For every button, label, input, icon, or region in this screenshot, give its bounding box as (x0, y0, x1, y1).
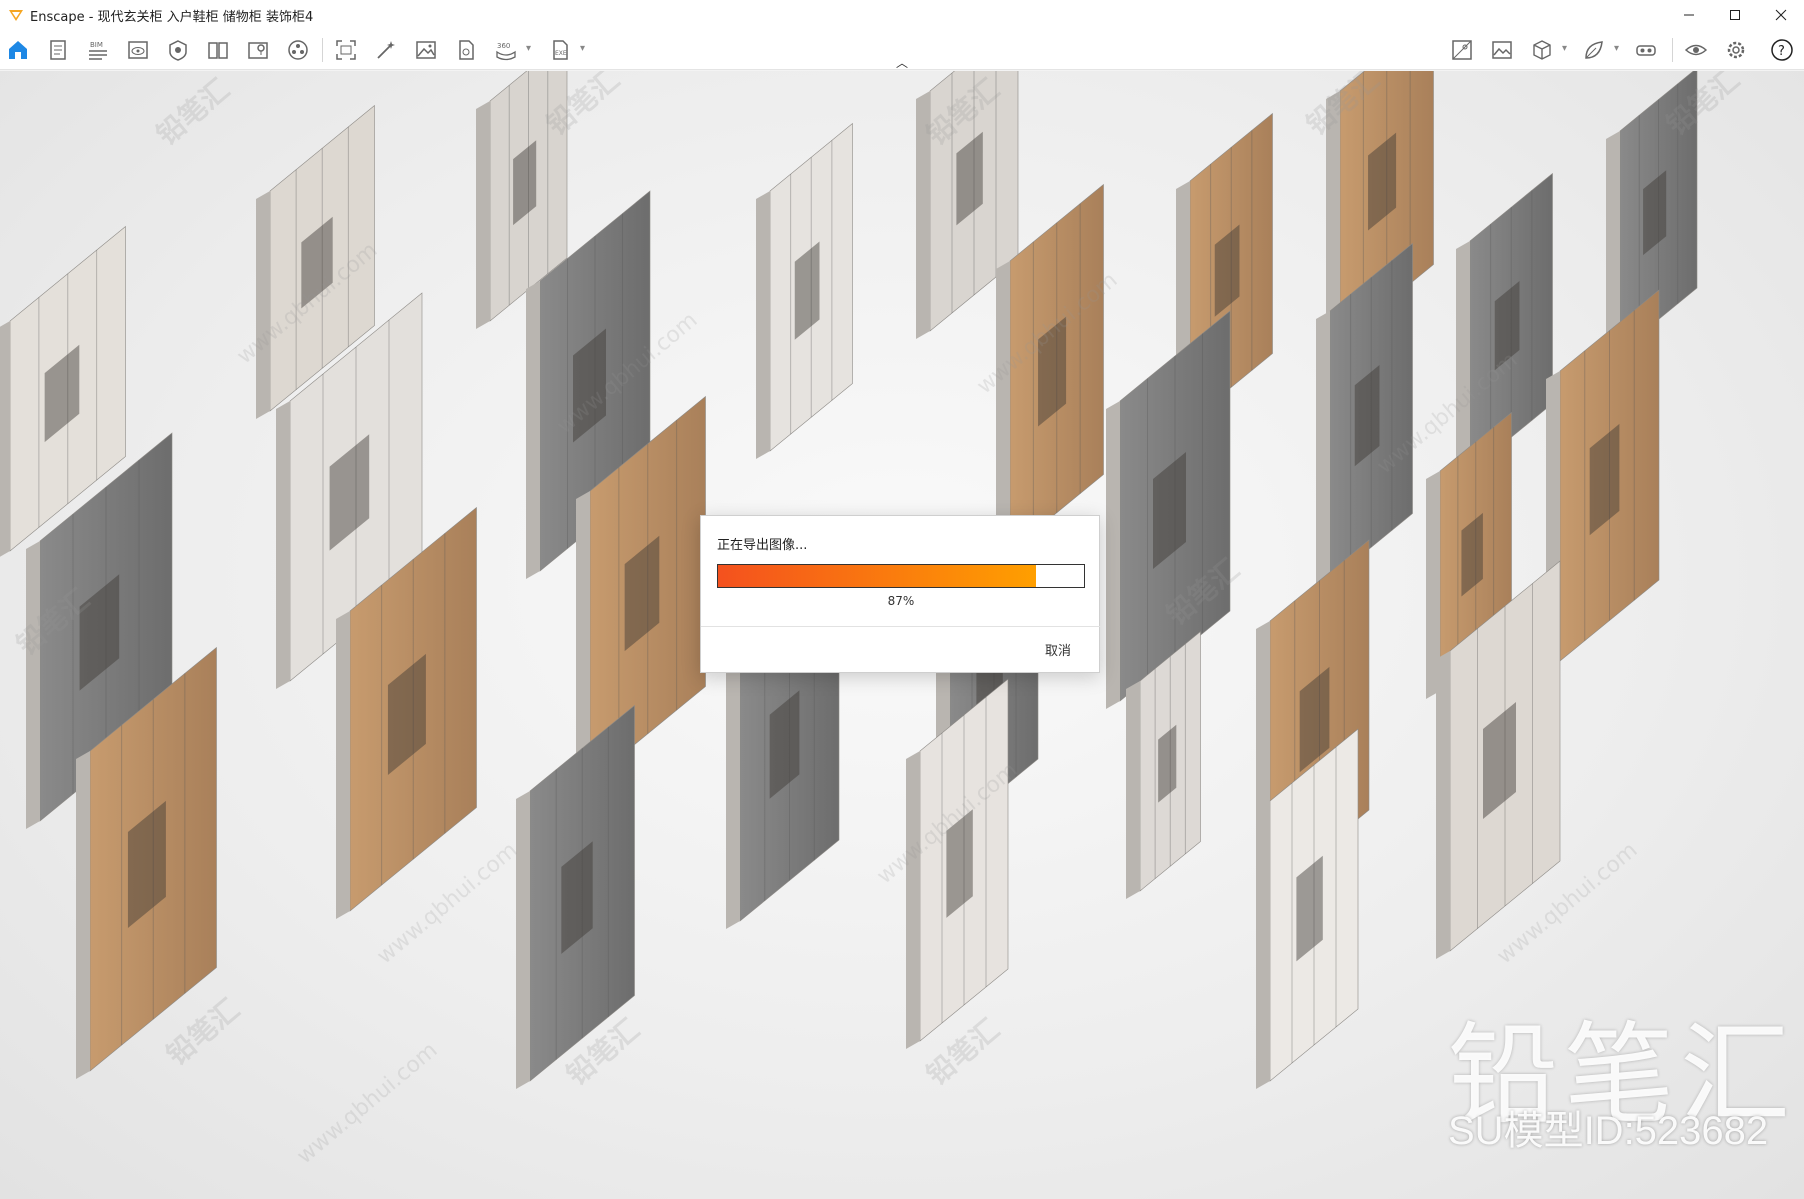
magic-icon (377, 41, 395, 59)
home-button[interactable] (2, 34, 34, 66)
cabinet-side (1106, 401, 1120, 709)
svg-text:EXE: EXE (555, 50, 567, 57)
bim-button[interactable]: BIM (82, 34, 114, 66)
cancel-button[interactable]: 取消 (1045, 640, 1071, 659)
cube-icon (1533, 40, 1551, 60)
image-button[interactable] (410, 34, 442, 66)
cabinet-side (76, 751, 90, 1079)
leaf-button[interactable] (1578, 34, 1610, 66)
cabinet-side (256, 191, 270, 419)
cabinet-side (526, 281, 540, 579)
minimize-icon (1684, 14, 1694, 16)
document-icon (50, 40, 66, 60)
magic-button[interactable] (370, 34, 402, 66)
view-icon (128, 41, 148, 59)
settings-button[interactable] (1720, 34, 1752, 66)
atom-icon (288, 40, 308, 60)
window-title: Enscape - 现代玄关柜 入户鞋柜 储物柜 装饰柜4 (30, 9, 314, 25)
cabinet-side (276, 401, 290, 689)
landscape-icon (1492, 41, 1512, 59)
close-button[interactable] (1758, 0, 1804, 30)
cube-dropdown-icon[interactable]: ▾ (1562, 43, 1567, 54)
book-button[interactable] (202, 34, 234, 66)
export-doc-icon (459, 40, 474, 60)
home-icon (9, 41, 27, 59)
cabinet-side (516, 791, 530, 1089)
toolbar-separator (322, 38, 323, 62)
screenshot-icon (336, 40, 356, 60)
maximize-button[interactable] (1712, 0, 1758, 30)
cube-button[interactable] (1526, 34, 1558, 66)
progress-percent: 87% (887, 594, 915, 608)
close-icon (1775, 9, 1787, 21)
export-doc-button[interactable] (450, 34, 482, 66)
map-button[interactable] (242, 34, 274, 66)
svg-text:360: 360 (497, 42, 510, 50)
panorama-360-icon: 360 (496, 42, 516, 61)
cabinet-side (756, 191, 770, 459)
toolbar-separator (1672, 38, 1673, 62)
panorama-dropdown-icon[interactable]: ▾ (526, 43, 531, 54)
svg-text:?: ? (1778, 44, 1785, 59)
exe-export-button[interactable]: EXE (544, 34, 576, 66)
export-progress-bar (717, 564, 1085, 588)
view-button[interactable] (122, 34, 154, 66)
help-icon: ? (1771, 39, 1793, 61)
cabinet-side (1256, 801, 1270, 1089)
help-button[interactable]: ? (1766, 34, 1798, 66)
asset-button[interactable] (162, 34, 194, 66)
collapse-toolbar-icon[interactable]: ︿ (890, 56, 914, 70)
eye-button[interactable] (1680, 34, 1712, 66)
dialog-title: 正在导出图像... (717, 538, 808, 553)
progress-fill (718, 565, 1037, 587)
exe-export-icon: EXE (553, 40, 568, 60)
book-icon (208, 42, 228, 59)
title-bar: Enscape - 现代玄关柜 入户鞋柜 储物柜 装饰柜4 (0, 0, 1804, 30)
dialog-divider (701, 626, 1101, 627)
leaf-icon (1585, 41, 1603, 59)
cabinet-side (1316, 311, 1330, 589)
atom-button[interactable] (282, 34, 314, 66)
vr-headset-icon (1636, 45, 1656, 56)
asset-icon (169, 40, 187, 61)
cabinet-side (916, 91, 930, 339)
enscape-logo-icon (9, 10, 23, 21)
maximize-icon (1730, 10, 1740, 20)
cabinet-side (336, 611, 350, 919)
svg-text:BIM: BIM (90, 41, 103, 49)
cabinet-side (0, 321, 10, 557)
cabinet-side (26, 541, 40, 829)
cabinet-side (1126, 681, 1140, 899)
landscape-button[interactable] (1486, 34, 1518, 66)
screenshot-button[interactable] (330, 34, 362, 66)
eye-icon (1684, 44, 1708, 56)
model-id-watermark: SU模型ID:523682 (1448, 1109, 1769, 1153)
document-button[interactable] (42, 34, 74, 66)
leaf-dropdown-icon[interactable]: ▾ (1614, 43, 1619, 54)
settings-icon (1727, 41, 1745, 59)
vr-headset-button[interactable] (1630, 34, 1662, 66)
panorama-button[interactable]: 360 (490, 34, 522, 66)
image-frame-icon (1452, 40, 1472, 60)
cabinet-side (726, 641, 740, 929)
map-icon (248, 42, 268, 59)
cabinet-side (1436, 651, 1450, 959)
cabinet-side (1456, 241, 1470, 479)
cabinet-side (906, 751, 920, 1049)
bim-icon: BIM (89, 41, 107, 60)
cabinet-side (476, 101, 490, 329)
minimize-button[interactable] (1666, 0, 1712, 30)
window-controls (1666, 0, 1804, 30)
image-icon (416, 41, 436, 59)
image-frame-button[interactable] (1446, 34, 1478, 66)
exe-dropdown-icon[interactable]: ▾ (580, 43, 585, 54)
export-progress-dialog: 正在导出图像... 87% 取消 (700, 515, 1101, 673)
